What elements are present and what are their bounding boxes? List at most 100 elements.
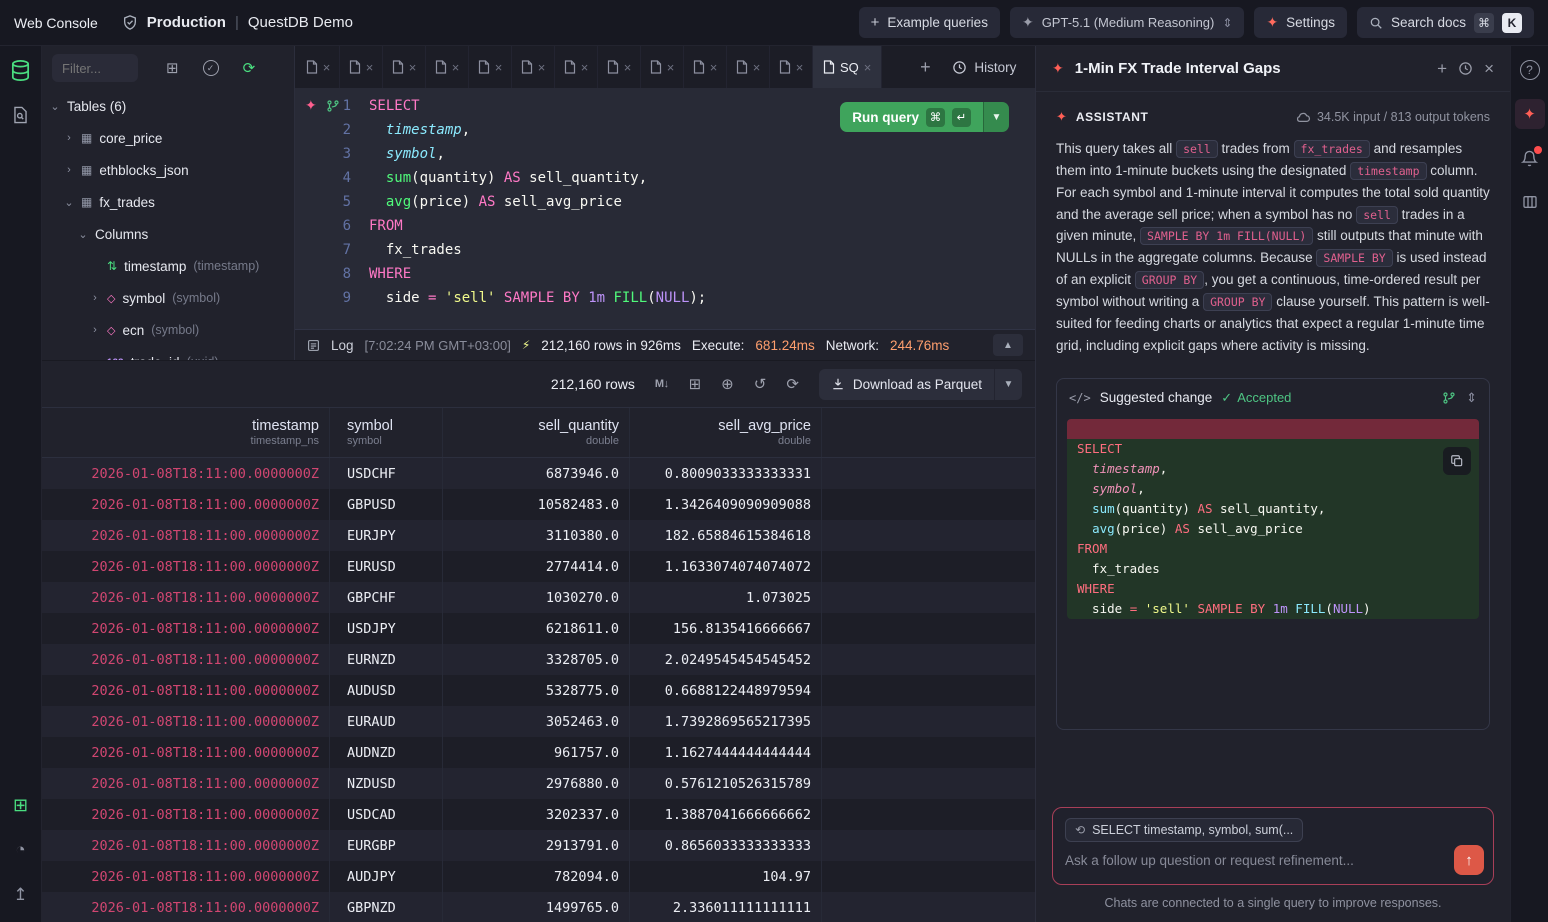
sql-editor[interactable]: ✦ 1SELECT2 timestamp,3 symbol,4 sum(quan… [295,88,1035,329]
table-item[interactable]: ›▦ethblocks_json [42,154,294,186]
close-tab-icon[interactable]: × [452,60,460,75]
close-tab-icon[interactable]: × [753,60,761,75]
chart-view-icon[interactable]: ◔ [6,835,36,865]
column-header[interactable]: timestamptimestamp_ns [42,408,330,457]
table-row[interactable]: 2026-01-08T18:11:00.0000000ZGBPNZD149976… [42,892,1035,922]
import-icon[interactable]: ↥ [6,880,36,910]
editor-tab[interactable]: × [512,46,555,88]
chat-history-button[interactable] [1458,61,1473,76]
send-button[interactable]: ↑ [1454,845,1484,875]
table-row[interactable]: 2026-01-08T18:11:00.0000000ZEURNZD332870… [42,644,1035,675]
download-options-chevron[interactable]: ▼ [994,369,1022,400]
column-item[interactable]: ⇅timestamp(timestamp) [42,250,294,282]
table-row[interactable]: 2026-01-08T18:11:00.0000000ZAUDJPY782094… [42,861,1035,892]
expand-collapse-icon[interactable]: ⇕ [1466,390,1477,406]
close-tab-icon[interactable]: × [538,60,546,75]
grid-icon[interactable]: ⊞ [689,375,702,393]
settings-button[interactable]: ✦ Settings [1254,7,1347,38]
table-row[interactable]: 2026-01-08T18:11:00.0000000ZUSDJPY621861… [42,613,1035,644]
editor-tab-active[interactable]: SQ× [813,46,882,88]
editor-tab[interactable]: × [727,46,770,88]
instance-badge[interactable]: Production | QuestDB Demo [122,14,353,31]
column-header[interactable]: sell_avg_pricedouble [630,408,822,457]
table-row[interactable]: 2026-01-08T18:11:00.0000000ZEURUSD277441… [42,551,1035,582]
close-tab-icon[interactable]: × [624,60,632,75]
search-docs-button[interactable]: Search docs ⌘ K [1357,7,1534,38]
grid-view-icon[interactable]: ⊞ [6,790,36,820]
check-circle-icon[interactable]: ✓ [203,60,219,76]
editor-tab[interactable]: × [383,46,426,88]
table-row[interactable]: 2026-01-08T18:11:00.0000000ZAUDNZD961757… [42,737,1035,768]
columns-panel-icon[interactable] [1515,187,1545,217]
code-line[interactable]: 4 sum(quantity) AS sell_quantity, [295,166,1035,190]
copy-icon[interactable] [1443,447,1471,475]
table-row[interactable]: 2026-01-08T18:11:00.0000000ZNZDUSD297688… [42,768,1035,799]
new-tab-button[interactable]: + [908,46,942,88]
table-row[interactable]: 2026-01-08T18:11:00.0000000ZAUDUSD532877… [42,675,1035,706]
column-item[interactable]: 123trade_id(uuid) [42,346,294,360]
history-button[interactable]: History [942,54,1026,81]
close-tab-icon[interactable]: × [323,60,331,75]
refresh-icon[interactable]: ⟳ [243,59,256,77]
filter-input[interactable] [52,54,138,82]
editor-tab[interactable]: × [297,46,340,88]
editor-tab[interactable]: × [426,46,469,88]
table-row[interactable]: 2026-01-08T18:11:00.0000000ZEURGBP291379… [42,830,1035,861]
column-item[interactable]: ›◇symbol(symbol) [42,282,294,314]
code-line[interactable]: 3 symbol, [295,142,1035,166]
code-line[interactable]: 7 fx_trades [295,238,1035,262]
code-line[interactable]: 5 avg(price) AS sell_avg_price [295,190,1035,214]
git-branch-icon[interactable] [1442,391,1456,405]
explore-tables-icon[interactable] [6,100,36,130]
run-query-main[interactable]: Run query ⌘ ↵ [840,102,983,132]
ai-sparkle-icon[interactable]: ✦ [305,97,317,114]
code-line[interactable]: 9 side = 'sell' SAMPLE BY 1m FILL(NULL); [295,286,1035,310]
columns-header[interactable]: ⌄Columns [42,218,294,250]
git-branch-icon[interactable] [326,99,340,113]
editor-tab[interactable]: × [340,46,383,88]
code-line[interactable]: 8WHERE [295,262,1035,286]
download-parquet-main[interactable]: Download as Parquet [819,377,994,392]
close-tab-icon[interactable]: × [710,60,718,75]
close-tab-icon[interactable]: × [366,60,374,75]
panel-layout-icon[interactable]: ⊞ [166,59,179,77]
editor-tab[interactable]: × [684,46,727,88]
download-parquet-button[interactable]: Download as Parquet ▼ [819,369,1022,400]
column-header[interactable]: sell_quantitydouble [443,408,630,457]
table-row[interactable]: 2026-01-08T18:11:00.0000000ZUSDCHF687394… [42,458,1035,489]
help-icon[interactable]: ? [1515,55,1545,85]
chat-input-box[interactable]: ⟲ SELECT timestamp, symbol, sum(... Ask … [1052,807,1494,885]
run-query-button[interactable]: Run query ⌘ ↵ ▼ [840,102,1009,132]
table-row[interactable]: 2026-01-08T18:11:00.0000000ZGBPCHF103027… [42,582,1035,613]
refresh-icon[interactable]: ⟳ [786,375,799,393]
table-row[interactable]: 2026-01-08T18:11:00.0000000ZUSDCAD320233… [42,799,1035,830]
close-tab-icon[interactable]: × [409,60,417,75]
example-queries-button[interactable]: + Example queries [859,7,1000,38]
new-chat-button[interactable]: + [1437,59,1447,79]
editor-tab[interactable]: × [469,46,512,88]
notifications-bell-icon[interactable] [1515,143,1545,173]
close-tab-icon[interactable]: × [796,60,804,75]
column-item[interactable]: ›◇ecn(symbol) [42,314,294,346]
table-row[interactable]: 2026-01-08T18:11:00.0000000ZEURJPY311038… [42,520,1035,551]
ai-assistant-icon[interactable]: ✦ [1515,99,1545,129]
run-options-chevron[interactable]: ▼ [983,102,1009,132]
collapse-log-button[interactable]: ▲ [993,334,1023,356]
table-row[interactable]: 2026-01-08T18:11:00.0000000ZGBPUSD105824… [42,489,1035,520]
column-header[interactable]: symbolsymbol [330,408,443,457]
globe-icon[interactable]: ⊕ [721,375,734,393]
close-tab-icon[interactable]: × [864,60,872,75]
code-line[interactable]: 6FROM [295,214,1035,238]
questdb-logo[interactable] [6,55,36,85]
editor-tab[interactable]: × [598,46,641,88]
query-context-chip[interactable]: ⟲ SELECT timestamp, symbol, sum(... [1065,818,1303,842]
model-selector[interactable]: ✦ GPT-5.1 (Medium Reasoning) ⇕ [1010,7,1244,38]
log-label[interactable]: Log [331,338,354,353]
editor-tab[interactable]: × [770,46,813,88]
table-row[interactable]: 2026-01-08T18:11:00.0000000ZEURAUD305246… [42,706,1035,737]
editor-tab[interactable]: × [555,46,598,88]
close-tab-icon[interactable]: × [667,60,675,75]
table-item[interactable]: ⌄▦fx_trades [42,186,294,218]
editor-tab[interactable]: × [641,46,684,88]
close-panel-button[interactable]: × [1484,59,1494,79]
